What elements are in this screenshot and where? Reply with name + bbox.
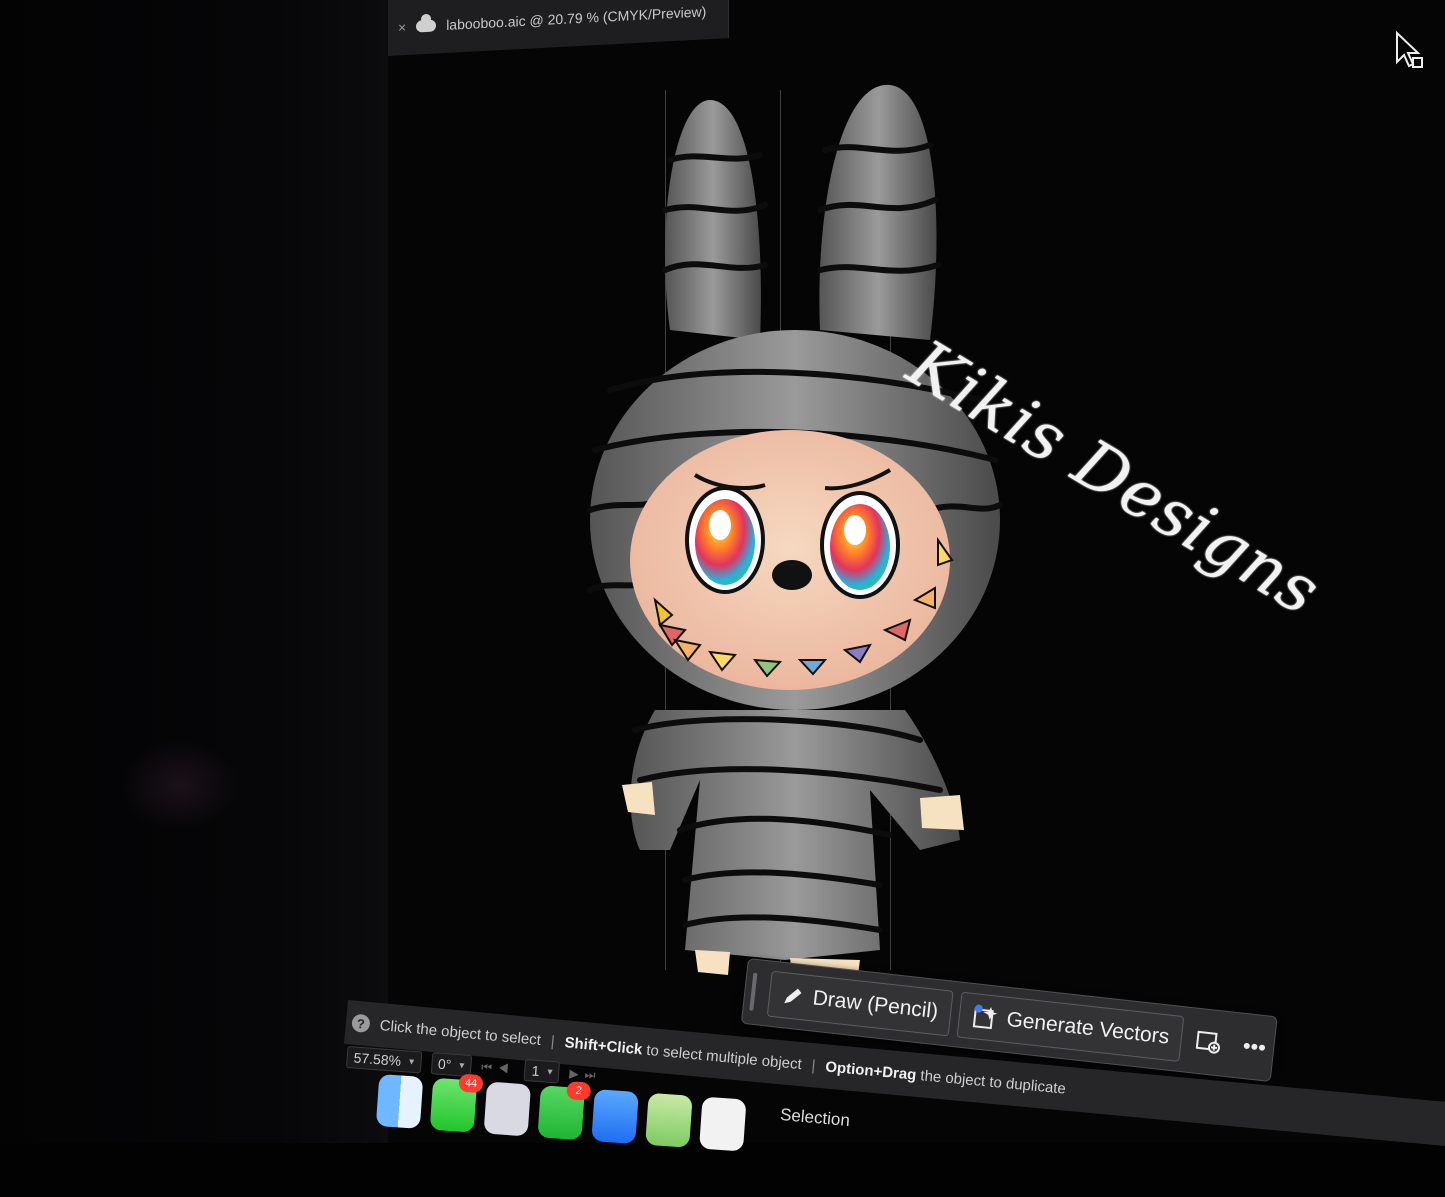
- chevron-down-icon: ▾: [408, 1056, 415, 1068]
- photos-icon[interactable]: [699, 1096, 747, 1152]
- hint-option-key: Option+Drag: [824, 1057, 918, 1084]
- cloud-document-icon: [416, 19, 437, 33]
- hint-shift-key: Shift+Click: [563, 1033, 644, 1058]
- generate-vectors-label: Generate Vectors: [1005, 1007, 1171, 1049]
- launchpad-icon[interactable]: [483, 1081, 532, 1137]
- drag-handle[interactable]: [749, 972, 758, 1011]
- finder-icon[interactable]: [375, 1073, 424, 1129]
- facetime-icon[interactable]: 2: [537, 1081, 592, 1141]
- hint-option-drag: Option+Drag the object to duplicate: [825, 1058, 1067, 1097]
- draw-pencil-button[interactable]: Draw (Pencil): [766, 970, 954, 1037]
- monitor-bezel: [0, 0, 390, 1143]
- generate-vectors-icon: [972, 1004, 998, 1030]
- chevron-down-icon: ▾: [547, 1066, 553, 1078]
- tab-close-icon[interactable]: ×: [398, 19, 406, 35]
- chevron-down-icon: ▾: [458, 1059, 465, 1072]
- zoom-value: 57.58%: [353, 1049, 402, 1069]
- document-tab-title: labooboo.aic @ 20.79 % (CMYK/Preview): [446, 3, 707, 33]
- labubu-mummy-artwork[interactable]: [560, 70, 1040, 980]
- messages-icon[interactable]: 44: [429, 1073, 484, 1133]
- mail-icon[interactable]: [591, 1089, 639, 1144]
- add-image-button[interactable]: [1188, 1020, 1230, 1064]
- separator: |: [810, 1056, 817, 1074]
- maps-icon[interactable]: [645, 1092, 693, 1148]
- add-image-icon: [1195, 1030, 1221, 1054]
- messages-badge: 44: [458, 1073, 484, 1094]
- separator: |: [550, 1032, 556, 1050]
- ambient-glow: [120, 740, 240, 830]
- draw-pencil-label: Draw (Pencil): [811, 986, 940, 1024]
- selection-cursor-icon: [1396, 30, 1423, 68]
- more-options-button[interactable]: •••: [1233, 1025, 1275, 1069]
- pencil-icon: [784, 988, 802, 1004]
- facetime-badge: 2: [566, 1081, 592, 1101]
- help-icon[interactable]: ?: [351, 1013, 371, 1034]
- hint-option-text: the object to duplicate: [915, 1066, 1067, 1098]
